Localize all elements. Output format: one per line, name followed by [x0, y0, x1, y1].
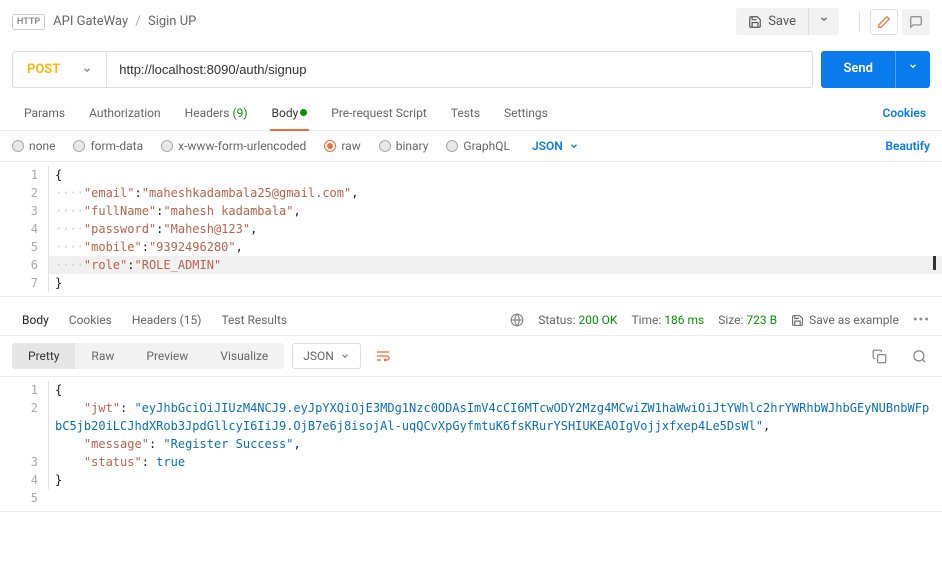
subtab-preview[interactable]: Preview [130, 343, 204, 369]
gutter: 1 2 3 4 5 [0, 377, 48, 511]
save-label: Save [768, 14, 796, 29]
wrap-icon [375, 348, 391, 364]
save-dropdown[interactable] [808, 8, 839, 35]
send-button[interactable]: Send [821, 51, 895, 88]
save-button[interactable]: Save [736, 8, 808, 35]
response-tab-cookies[interactable]: Cookies [59, 305, 122, 335]
body-type-row: none form-data x-www-form-urlencoded raw… [0, 131, 942, 162]
code-area[interactable]: { ····"email":"maheshkadambala25@gmail.c… [48, 162, 942, 296]
breadcrumb-app[interactable]: API GateWay [53, 14, 128, 29]
gutter: 1 2 3 4 5 6 7 [0, 162, 48, 296]
tab-body[interactable]: Body [260, 96, 320, 130]
response-view-tabs: Pretty Raw Preview Visualize [12, 343, 284, 369]
radio-form-data[interactable]: form-data [73, 139, 143, 153]
request-tabs: Params Authorization Headers (9) Body Pr… [0, 96, 942, 131]
beautify-link[interactable]: Beautify [885, 139, 930, 153]
modified-dot [300, 109, 307, 116]
header: HTTP API GateWay / Sigin UP Save [0, 0, 942, 43]
wrap-lines-button[interactable] [369, 342, 397, 370]
code-area: { "jwt": "eyJhbGciOiJIUzM4NCJ9.eyJpYXQiO… [48, 377, 942, 511]
http-badge: HTTP [12, 14, 45, 30]
radio-raw[interactable]: raw [324, 139, 360, 153]
chevron-down-icon [82, 65, 92, 75]
size-meta: Size: 723 B [718, 313, 777, 327]
edit-button[interactable] [870, 9, 898, 35]
search-icon [912, 349, 927, 364]
url-box: POST [12, 51, 813, 88]
save-as-example-button[interactable]: Save as example [791, 313, 899, 327]
request-body-editor[interactable]: 1 2 3 4 5 6 7 { ····"email":"maheshkadam… [0, 162, 942, 297]
response-body-viewer[interactable]: 1 2 3 4 5 { "jwt": "eyJhbGciOiJIUzM4NCJ9… [0, 377, 942, 512]
cursor-indicator [933, 256, 936, 270]
radio-none[interactable]: none [12, 139, 55, 153]
copy-response-button[interactable] [868, 345, 890, 367]
tab-authorization[interactable]: Authorization [77, 96, 173, 130]
tab-headers[interactable]: Headers (9) [173, 96, 260, 130]
url-input[interactable] [107, 52, 812, 87]
comment-button[interactable] [902, 9, 930, 35]
response-format-dropdown[interactable]: JSON [292, 343, 361, 369]
method-label: POST [27, 62, 60, 77]
chevron-down-icon [819, 14, 829, 24]
comment-icon [909, 15, 923, 29]
subtab-raw[interactable]: Raw [75, 343, 130, 369]
radio-binary[interactable]: binary [379, 139, 429, 153]
response-tab-body[interactable]: Body [12, 305, 59, 335]
save-icon [748, 15, 762, 29]
method-select[interactable]: POST [13, 52, 107, 87]
response-actions [868, 345, 930, 367]
breadcrumb-page[interactable]: Sigin UP [148, 14, 196, 29]
response-subbar: Pretty Raw Preview Visualize JSON [0, 336, 942, 377]
breadcrumb-sep: / [135, 14, 140, 29]
response-tab-headers[interactable]: Headers (15) [122, 305, 212, 335]
tab-prerequest[interactable]: Pre-request Script [319, 96, 438, 130]
copy-icon [872, 349, 887, 364]
send-button-group: Send [821, 51, 930, 88]
pencil-icon [877, 15, 891, 29]
response-meta: Status: 200 OK Time: 186 ms Size: 723 B … [510, 312, 930, 328]
tab-settings[interactable]: Settings [492, 96, 560, 130]
save-button-group: Save [736, 8, 839, 35]
globe-icon[interactable] [510, 313, 524, 327]
cookies-link[interactable]: Cookies [878, 96, 930, 130]
response-tab-test-results[interactable]: Test Results [211, 305, 297, 335]
more-button[interactable]: ••• [913, 312, 930, 328]
save-icon [791, 314, 804, 327]
header-actions: Save [736, 8, 930, 35]
status-meta: Status: 200 OK [538, 313, 617, 327]
time-meta: Time: 186 ms [631, 313, 704, 327]
tab-params[interactable]: Params [12, 96, 77, 130]
chevron-down-icon [908, 61, 918, 71]
radio-xwww[interactable]: x-www-form-urlencoded [161, 139, 306, 153]
divider [859, 12, 860, 32]
subtab-visualize[interactable]: Visualize [204, 343, 284, 369]
tab-tests[interactable]: Tests [439, 96, 492, 130]
chevron-down-icon [340, 351, 350, 361]
search-response-button[interactable] [908, 345, 930, 367]
radio-graphql[interactable]: GraphQL [446, 139, 510, 153]
send-dropdown[interactable] [895, 51, 930, 88]
breadcrumb: API GateWay / Sigin UP [53, 14, 736, 29]
subtab-pretty[interactable]: Pretty [12, 343, 75, 369]
raw-type-dropdown[interactable]: JSON [532, 139, 579, 153]
chevron-down-icon [569, 141, 579, 151]
response-tabs: Body Cookies Headers (15) Test Results S… [0, 297, 942, 336]
request-url-row: POST Send [0, 43, 942, 96]
